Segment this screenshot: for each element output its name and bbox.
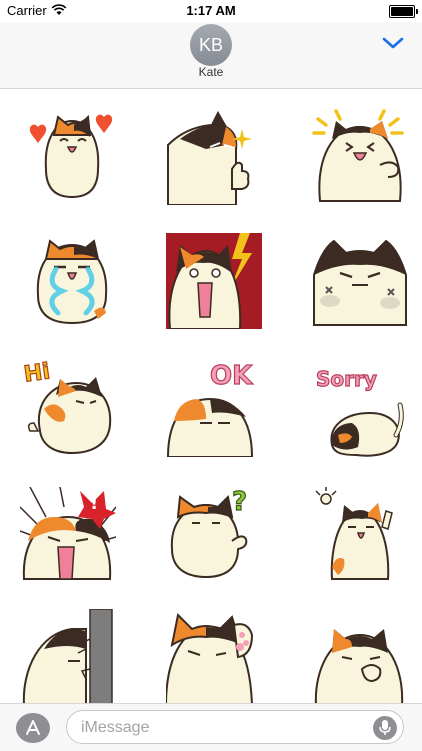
sticker-grid: Hi OK Sorry ! ? — [0, 89, 422, 703]
cat-shocked-sticker[interactable] — [166, 233, 262, 329]
ok-label: OK — [209, 360, 253, 391]
cat-alarm-sticker[interactable]: ! — [20, 487, 116, 583]
chevron-down-icon[interactable] — [382, 36, 404, 50]
contact-name[interactable]: Kate — [0, 65, 422, 79]
avatar[interactable]: KB — [190, 24, 232, 66]
cat-paw-sticker[interactable] — [166, 609, 262, 703]
cat-excited-sticker[interactable] — [312, 109, 408, 205]
cat-angry-sticker[interactable] — [312, 233, 408, 329]
alarm-label: ! — [90, 493, 99, 514]
battery-icon — [389, 5, 418, 18]
cat-hi-sticker[interactable]: Hi — [22, 359, 120, 457]
cat-peek-sticker[interactable] — [20, 609, 116, 703]
cat-ok-sticker[interactable]: OK — [166, 360, 262, 457]
cat-sorry-sticker[interactable]: Sorry — [312, 361, 408, 457]
cat-question-sticker[interactable]: ? — [166, 486, 262, 583]
sorry-label: Sorry — [315, 366, 377, 391]
cat-idea-sticker[interactable] — [312, 487, 408, 583]
status-bar: Carrier 1:17 AM — [0, 0, 422, 22]
microphone-icon[interactable] — [373, 716, 397, 740]
message-placeholder: iMessage — [81, 719, 150, 736]
conversation-header: KB Kate — [0, 22, 422, 89]
input-bar: iMessage — [0, 703, 422, 751]
app-store-icon[interactable] — [16, 713, 50, 743]
question-label: ? — [231, 486, 248, 517]
hi-label: Hi — [22, 359, 52, 389]
cat-hearts-sticker[interactable] — [24, 109, 120, 205]
message-input[interactable]: iMessage — [66, 710, 404, 744]
cat-giggle-sticker[interactable] — [312, 609, 408, 703]
clock: 1:17 AM — [186, 3, 236, 18]
cat-crying-sticker[interactable] — [24, 233, 120, 329]
cat-thumbs-up-sticker[interactable] — [166, 109, 262, 205]
